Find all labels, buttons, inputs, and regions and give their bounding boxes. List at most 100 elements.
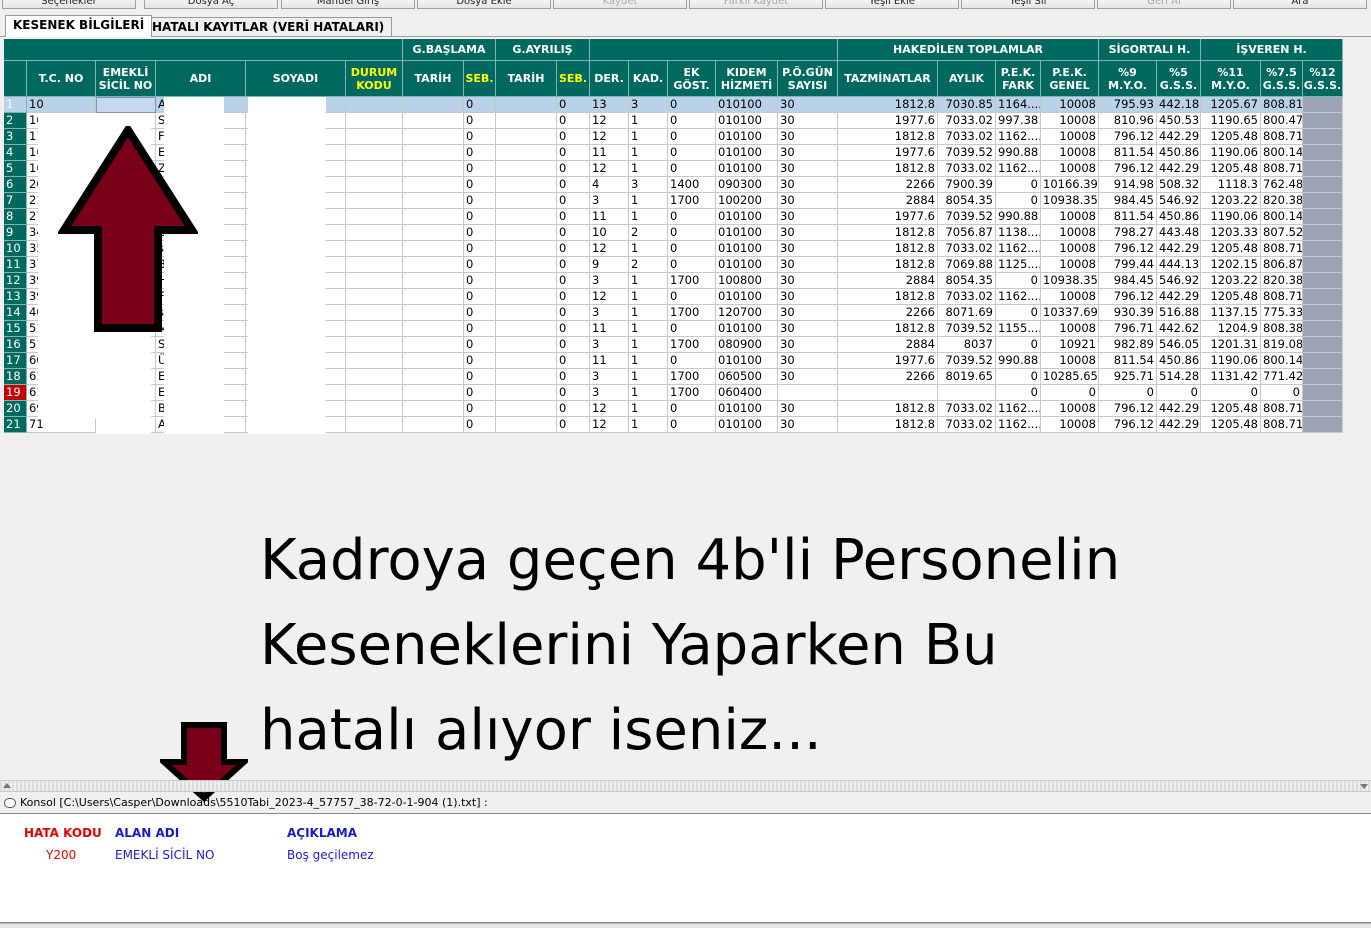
- cell-m11[interactable]: 1205.48: [1201, 161, 1261, 177]
- cell-ek[interactable]: 0: [668, 129, 716, 145]
- cell-ek[interactable]: 1700: [668, 337, 716, 353]
- cell-m9[interactable]: 930.39: [1099, 305, 1157, 321]
- cell-g75[interactable]: 0: [1261, 385, 1303, 401]
- cell-kid[interactable]: 010100: [716, 257, 778, 273]
- column-header[interactable]: P.E.K. FARK: [996, 61, 1041, 97]
- toolbar-button[interactable]: Seçenekler: [2, 0, 136, 9]
- cell-kid[interactable]: 010100: [716, 113, 778, 129]
- cell-kid[interactable]: 010100: [716, 321, 778, 337]
- cell-t2[interactable]: [496, 273, 557, 289]
- cell-ayl[interactable]: 7033.02: [938, 241, 996, 257]
- row-number[interactable]: 19: [4, 385, 27, 401]
- cell-t1[interactable]: [403, 417, 464, 433]
- cell-pog[interactable]: 30: [778, 97, 838, 113]
- column-header[interactable]: %12 G.S.S.: [1303, 61, 1343, 97]
- cell-kad[interactable]: 1: [629, 113, 668, 129]
- cell-s2[interactable]: 0: [557, 177, 590, 193]
- cell-taz[interactable]: 1812.8: [838, 321, 938, 337]
- cell-g12[interactable]: [1303, 369, 1343, 385]
- row-number[interactable]: 1: [4, 97, 27, 113]
- toolbar-button[interactable]: Manuel Giriş: [281, 0, 415, 9]
- cell-fark[interactable]: 1162....: [996, 161, 1041, 177]
- cell-t1[interactable]: [403, 369, 464, 385]
- cell-taz[interactable]: 1812.8: [838, 161, 938, 177]
- cell-ek[interactable]: 1700: [668, 305, 716, 321]
- cell-s1[interactable]: 0: [464, 129, 496, 145]
- cell-der[interactable]: 12: [590, 129, 629, 145]
- row-number[interactable]: 18: [4, 369, 27, 385]
- cell-dur[interactable]: [346, 193, 403, 209]
- cell-gen[interactable]: 10008: [1041, 209, 1099, 225]
- cell-m9[interactable]: 984.45: [1099, 193, 1157, 209]
- cell-fark[interactable]: 990.88: [996, 145, 1041, 161]
- cell-taz[interactable]: 1812.8: [838, 241, 938, 257]
- cell-kid[interactable]: 090300: [716, 177, 778, 193]
- cell-g5[interactable]: 442.18: [1157, 97, 1201, 113]
- cell-m11[interactable]: 1205.67: [1201, 97, 1261, 113]
- cell-gen[interactable]: 10008: [1041, 113, 1099, 129]
- cell-pog[interactable]: 30: [778, 289, 838, 305]
- row-number[interactable]: 20: [4, 401, 27, 417]
- toolbar-button[interactable]: Dosya Aç: [144, 0, 278, 9]
- cell-fark[interactable]: 1138....: [996, 225, 1041, 241]
- cell-gen[interactable]: 10008: [1041, 289, 1099, 305]
- cell-kad[interactable]: 3: [629, 177, 668, 193]
- cell-t2[interactable]: [496, 369, 557, 385]
- cell-g75[interactable]: 808.71: [1261, 161, 1303, 177]
- cell-t1[interactable]: [403, 241, 464, 257]
- column-header[interactable]: EMEKLİ SİCİL NO: [96, 61, 156, 97]
- cell-s2[interactable]: 0: [557, 369, 590, 385]
- cell-t1[interactable]: [403, 225, 464, 241]
- cell-s1[interactable]: 0: [464, 209, 496, 225]
- cell-t1[interactable]: [403, 353, 464, 369]
- cell-s2[interactable]: 0: [557, 289, 590, 305]
- cell-s1[interactable]: 0: [464, 401, 496, 417]
- cell-t1[interactable]: [403, 257, 464, 273]
- cell-g12[interactable]: [1303, 321, 1343, 337]
- row-number[interactable]: 21: [4, 417, 27, 433]
- cell-pog[interactable]: 30: [778, 369, 838, 385]
- cell-kad[interactable]: 1: [629, 193, 668, 209]
- cell-pog[interactable]: 30: [778, 193, 838, 209]
- cell-ek[interactable]: 0: [668, 257, 716, 273]
- cell-kad[interactable]: 2: [629, 225, 668, 241]
- cell-ayl[interactable]: 7033.02: [938, 417, 996, 433]
- cell-ek[interactable]: 0: [668, 289, 716, 305]
- cell-taz[interactable]: 1812.8: [838, 401, 938, 417]
- cell-ayl[interactable]: 8037: [938, 337, 996, 353]
- row-number[interactable]: 10: [4, 241, 27, 257]
- cell-g5[interactable]: 514.28: [1157, 369, 1201, 385]
- cell-s2[interactable]: 0: [557, 273, 590, 289]
- tab-hatali-kayitlar[interactable]: HATALI KAYITLAR (VERİ HATALARI): [144, 17, 393, 37]
- cell-kid[interactable]: 060500: [716, 369, 778, 385]
- cell-kid[interactable]: 060400: [716, 385, 778, 401]
- cell-s1[interactable]: 0: [464, 369, 496, 385]
- cell-m9[interactable]: 796.12: [1099, 241, 1157, 257]
- cell-m11[interactable]: 1204.9: [1201, 321, 1261, 337]
- cell-g5[interactable]: 450.86: [1157, 209, 1201, 225]
- cell-der[interactable]: 9: [590, 257, 629, 273]
- cell-s1[interactable]: 0: [464, 417, 496, 433]
- cell-taz[interactable]: [838, 385, 938, 401]
- cell-ek[interactable]: 1700: [668, 385, 716, 401]
- cell-taz[interactable]: 1977.6: [838, 145, 938, 161]
- cell-fark[interactable]: 0: [996, 337, 1041, 353]
- row-number[interactable]: 9: [4, 225, 27, 241]
- cell-der[interactable]: 12: [590, 417, 629, 433]
- cell-t2[interactable]: [496, 193, 557, 209]
- cell-ayl[interactable]: 7039.52: [938, 209, 996, 225]
- cell-gen[interactable]: 10921: [1041, 337, 1099, 353]
- cell-t1[interactable]: [403, 129, 464, 145]
- cell-t2[interactable]: [496, 145, 557, 161]
- cell-pog[interactable]: 30: [778, 145, 838, 161]
- toolbar-button[interactable]: Dosya Ekle: [417, 0, 551, 9]
- row-number[interactable]: 4: [4, 145, 27, 161]
- cell-der[interactable]: 4: [590, 177, 629, 193]
- cell-g5[interactable]: 450.53: [1157, 113, 1201, 129]
- cell-s2[interactable]: 0: [557, 385, 590, 401]
- column-header[interactable]: %11 M.Y.O.: [1201, 61, 1261, 97]
- cell-taz[interactable]: 2266: [838, 369, 938, 385]
- cell-s2[interactable]: 0: [557, 129, 590, 145]
- row-number[interactable]: 17: [4, 353, 27, 369]
- cell-kid[interactable]: 010100: [716, 161, 778, 177]
